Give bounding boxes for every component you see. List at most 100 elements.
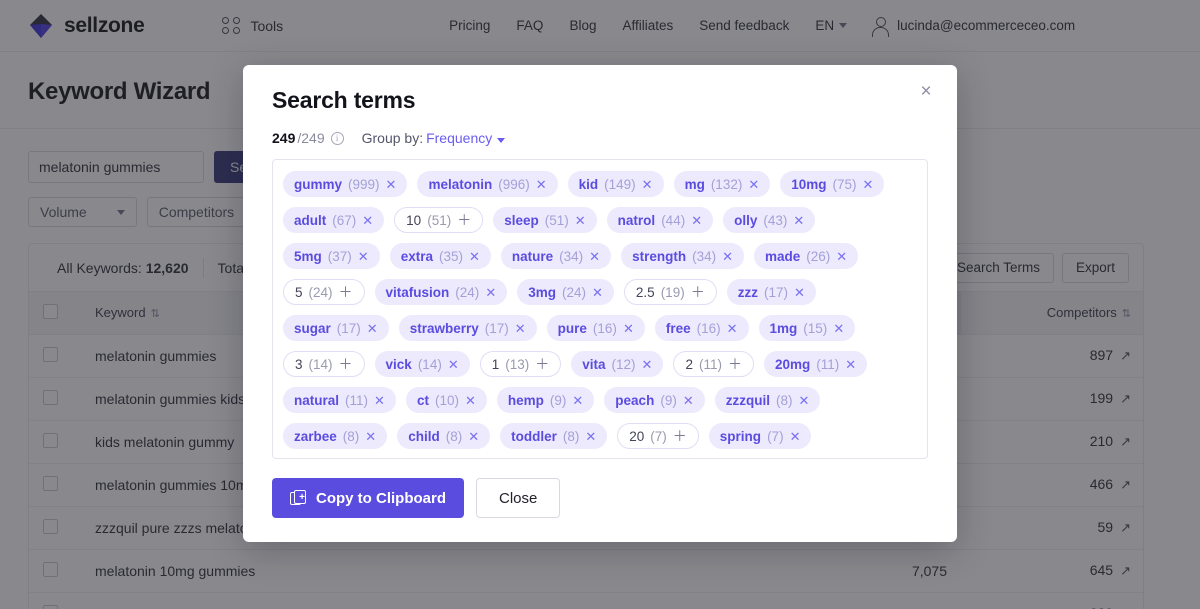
remove-tag-icon[interactable]: ✕ <box>592 286 603 299</box>
remove-tag-icon[interactable]: ✕ <box>468 430 479 443</box>
remove-tag-icon[interactable]: ✕ <box>748 178 759 191</box>
remove-tag-icon[interactable]: ✕ <box>836 250 847 263</box>
remove-tag-icon[interactable]: ✕ <box>448 358 459 371</box>
search-term-tag-vita[interactable]: vita (12) ✕ <box>571 351 664 377</box>
add-tag-icon[interactable]: ＋ <box>339 357 353 371</box>
remove-tag-icon[interactable]: ✕ <box>367 322 378 335</box>
remove-tag-icon[interactable]: ✕ <box>833 322 844 335</box>
search-term-tag-vitafusion[interactable]: vitafusion (24) ✕ <box>374 279 508 305</box>
remove-tag-icon[interactable]: ✕ <box>642 358 653 371</box>
search-term-tag-1mg[interactable]: 1mg (15) ✕ <box>758 315 856 341</box>
tag-word: 2.5 <box>635 284 655 300</box>
add-tag-icon[interactable]: ＋ <box>339 285 353 299</box>
tag-word: extra <box>400 248 433 264</box>
remove-tag-icon[interactable]: ✕ <box>365 430 376 443</box>
remove-tag-icon[interactable]: ✕ <box>845 358 856 371</box>
search-term-tag-10mg[interactable]: 10mg (75) ✕ <box>780 171 885 197</box>
search-term-tag-zzz[interactable]: zzz (17) ✕ <box>726 279 816 305</box>
close-icon[interactable]: × <box>913 78 939 104</box>
search-term-tag-extra[interactable]: extra (35) ✕ <box>389 243 491 269</box>
search-term-tag-nature[interactable]: nature (34) ✕ <box>500 243 612 269</box>
add-tag-icon[interactable]: ＋ <box>535 357 549 371</box>
search-term-tag-20mg[interactable]: 20mg (11) ✕ <box>763 351 868 377</box>
close-button[interactable]: Close <box>476 478 561 518</box>
remove-tag-icon[interactable]: ✕ <box>358 250 369 263</box>
remove-tag-icon[interactable]: ✕ <box>374 394 385 407</box>
search-term-tag-free[interactable]: free (16) ✕ <box>654 315 749 341</box>
search-term-tag-sleep[interactable]: sleep (51) ✕ <box>493 207 597 233</box>
remove-tag-icon[interactable]: ✕ <box>863 178 874 191</box>
tag-word: nature <box>511 248 554 264</box>
search-term-tag-zzzquil[interactable]: zzzquil (8) ✕ <box>714 387 821 413</box>
search-term-tag-olly[interactable]: olly (43) ✕ <box>723 207 816 233</box>
search-term-tag-child[interactable]: child (8) ✕ <box>397 423 491 449</box>
tag-count: (10) <box>434 392 459 408</box>
search-term-tag-made[interactable]: made (26) ✕ <box>754 243 859 269</box>
remove-tag-icon[interactable]: ✕ <box>485 286 496 299</box>
search-term-tag-2.5[interactable]: 2.5 (19) ＋ <box>623 279 717 305</box>
search-term-tag-gummy[interactable]: gummy (999) ✕ <box>283 171 408 197</box>
search-term-tag-kid[interactable]: kid (149) ✕ <box>567 171 664 197</box>
remove-tag-icon[interactable]: ✕ <box>691 214 702 227</box>
search-term-tag-10[interactable]: 10 (51) ＋ <box>394 207 484 233</box>
search-term-tag-5mg[interactable]: 5mg (37) ✕ <box>283 243 380 269</box>
search-term-tag-3[interactable]: 3 (14) ＋ <box>283 351 365 377</box>
copy-to-clipboard-button[interactable]: + Copy to Clipboard <box>272 478 464 518</box>
tag-count: (8) <box>342 428 360 444</box>
search-term-tag-strength[interactable]: strength (34) ✕ <box>621 243 744 269</box>
search-terms-tag-list[interactable]: gummy (999) ✕ melatonin (996) ✕ kid (149) ✕ mg (13… <box>272 159 928 459</box>
search-term-tag-3mg[interactable]: 3mg (24) ✕ <box>517 279 614 305</box>
tag-count: (7) <box>650 428 667 444</box>
search-term-tag-5[interactable]: 5 (24) ＋ <box>283 279 365 305</box>
search-term-tag-zarbee[interactable]: zarbee (8) ✕ <box>283 423 388 449</box>
search-term-tag-mg[interactable]: mg (132) ✕ <box>673 171 771 197</box>
search-term-tag-toddler[interactable]: toddler (8) ✕ <box>500 423 608 449</box>
search-term-tag-natural[interactable]: natural (11) ✕ <box>283 387 396 413</box>
tag-word: sleep <box>504 212 539 228</box>
remove-tag-icon[interactable]: ✕ <box>585 430 596 443</box>
search-term-tag-melatonin[interactable]: melatonin (996) ✕ <box>417 171 558 197</box>
modal-subheader: 249 /249 i Group by: Frequency <box>272 130 957 146</box>
add-tag-icon[interactable]: ＋ <box>457 213 471 227</box>
search-term-tag-natrol[interactable]: natrol (44) ✕ <box>606 207 714 233</box>
remove-tag-icon[interactable]: ✕ <box>575 214 586 227</box>
search-term-tag-sugar[interactable]: sugar (17) ✕ <box>283 315 389 341</box>
search-term-tag-strawberry[interactable]: strawberry (17) ✕ <box>398 315 537 341</box>
remove-tag-icon[interactable]: ✕ <box>386 178 397 191</box>
remove-tag-icon[interactable]: ✕ <box>790 430 801 443</box>
remove-tag-icon[interactable]: ✕ <box>362 214 373 227</box>
info-icon[interactable]: i <box>330 131 344 145</box>
remove-tag-icon[interactable]: ✕ <box>572 394 583 407</box>
add-tag-icon[interactable]: ＋ <box>691 285 705 299</box>
remove-tag-icon[interactable]: ✕ <box>798 394 809 407</box>
search-term-tag-vick[interactable]: vick (14) ✕ <box>374 351 470 377</box>
tag-count: (51) <box>544 212 569 228</box>
remove-tag-icon[interactable]: ✕ <box>642 178 653 191</box>
search-term-tag-ct[interactable]: ct (10) ✕ <box>405 387 487 413</box>
search-term-tag-peach[interactable]: peach (9) ✕ <box>604 387 705 413</box>
remove-tag-icon[interactable]: ✕ <box>465 394 476 407</box>
remove-tag-icon[interactable]: ✕ <box>623 322 634 335</box>
remove-tag-icon[interactable]: ✕ <box>794 286 805 299</box>
add-tag-icon[interactable]: ＋ <box>673 429 687 443</box>
search-term-tag-pure[interactable]: pure (16) ✕ <box>546 315 645 341</box>
remove-tag-icon[interactable]: ✕ <box>536 178 547 191</box>
remove-tag-icon[interactable]: ✕ <box>589 250 600 263</box>
remove-tag-icon[interactable]: ✕ <box>683 394 694 407</box>
tag-word: vita <box>582 356 606 372</box>
remove-tag-icon[interactable]: ✕ <box>793 214 804 227</box>
search-term-tag-20[interactable]: 20 (7) ＋ <box>617 423 699 449</box>
remove-tag-icon[interactable]: ✕ <box>722 250 733 263</box>
remove-tag-icon[interactable]: ✕ <box>515 322 526 335</box>
remove-tag-icon[interactable]: ✕ <box>727 322 738 335</box>
remove-tag-icon[interactable]: ✕ <box>469 250 480 263</box>
search-term-tag-hemp[interactable]: hemp (9) ✕ <box>496 387 595 413</box>
search-term-tag-1[interactable]: 1 (13) ＋ <box>479 351 562 377</box>
copy-to-clipboard-label: Copy to Clipboard <box>316 489 446 507</box>
search-term-tag-2[interactable]: 2 (11) ＋ <box>673 351 754 377</box>
search-term-tag-spring[interactable]: spring (7) ✕ <box>708 423 812 449</box>
group-by-selector[interactable]: Group by: Frequency <box>362 130 506 146</box>
add-tag-icon[interactable]: ＋ <box>728 357 742 371</box>
tag-word: 1mg <box>769 320 798 336</box>
search-term-tag-adult[interactable]: adult (67) ✕ <box>283 207 385 233</box>
